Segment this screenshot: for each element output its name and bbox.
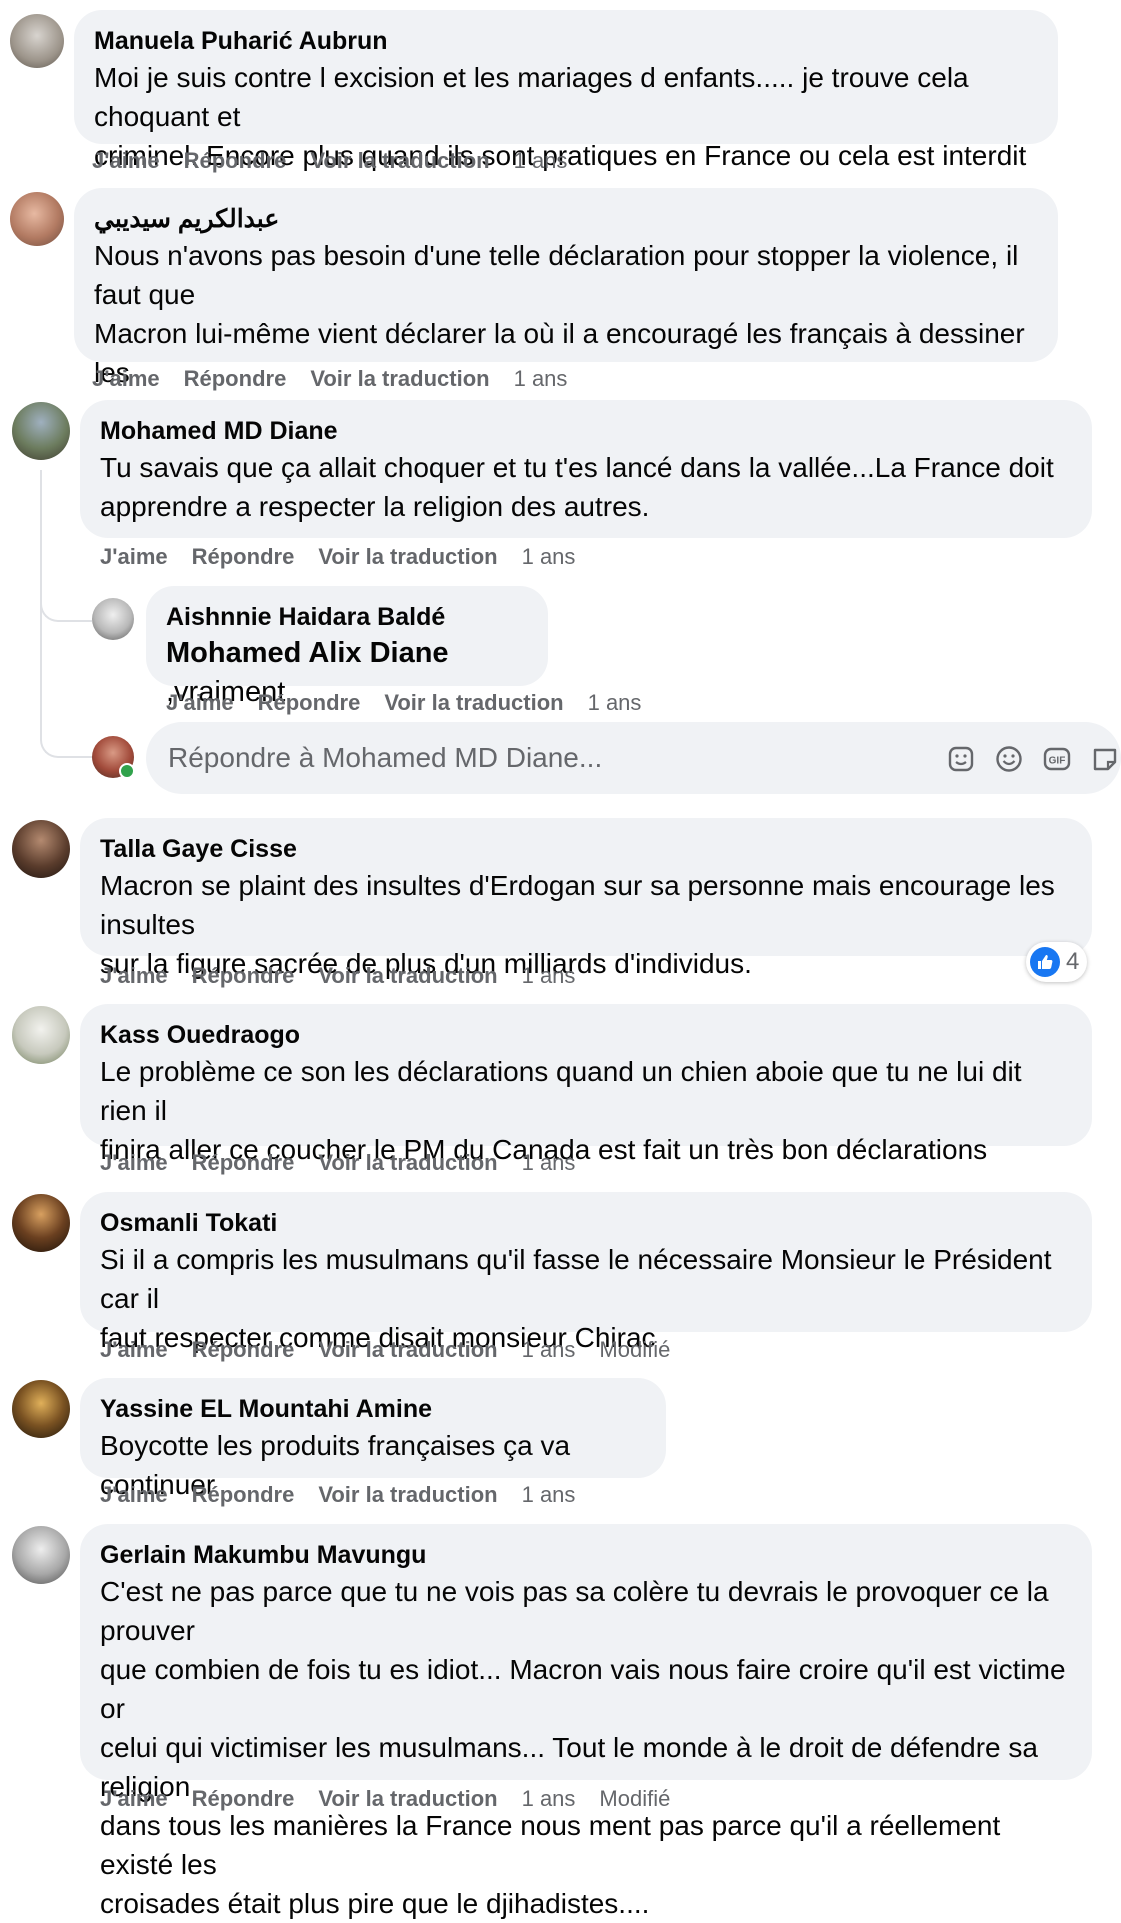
like-button[interactable]: J'aime <box>100 1337 168 1362</box>
reply-button[interactable]: Répondre <box>184 148 287 173</box>
timestamp[interactable]: 1 ans <box>588 690 642 715</box>
like-button[interactable]: J'aime <box>100 1150 168 1175</box>
timestamp[interactable]: 1 ans <box>522 963 576 988</box>
timestamp[interactable]: 1 ans <box>522 1482 576 1507</box>
avatar[interactable] <box>12 1194 70 1252</box>
avatar[interactable] <box>12 402 70 460</box>
like-reaction-icon <box>1030 947 1060 977</box>
timestamp[interactable]: 1 ans <box>522 544 576 569</box>
comment-bubble: Osmanli Tokati Si il a compris les musul… <box>80 1192 1092 1353</box>
reply-button[interactable]: Répondre <box>192 1337 295 1362</box>
comment-bubble: Kass Ouedraogo Le problème ce son les dé… <box>80 1004 1092 1165</box>
edited-label[interactable]: Modifié <box>599 1786 670 1811</box>
comment-bubble: Gerlain Makumbu Mavungu C'est ne pas par… <box>80 1524 1092 1919</box>
like-button[interactable]: J'aime <box>100 963 168 988</box>
reply-author[interactable]: Aishnnie Haidara Baldé <box>166 600 526 634</box>
translate-button[interactable]: Voir la traduction <box>318 544 497 569</box>
reply-button[interactable]: Répondre <box>192 963 295 988</box>
comment-author[interactable]: Talla Gaye Cisse <box>100 832 1070 866</box>
reply-button[interactable]: Répondre <box>192 1482 295 1507</box>
timestamp[interactable]: 1 ans <box>514 148 568 173</box>
translate-button[interactable]: Voir la traduction <box>318 1150 497 1175</box>
comment-actions: J'aime Répondre Voir la traduction 1 ans Mod… <box>100 1786 670 1812</box>
comment-text: C'est ne pas parce que tu ne vois pas sa… <box>100 1576 1066 1919</box>
translate-button[interactable]: Voir la traduction <box>310 366 489 391</box>
edited-label[interactable]: Modifié <box>599 1337 670 1362</box>
comment-author[interactable]: Kass Ouedraogo <box>100 1018 1070 1052</box>
translate-button[interactable]: Voir la traduction <box>318 1786 497 1811</box>
reply-button[interactable]: Répondre <box>258 690 361 715</box>
sticker-icon[interactable] <box>946 744 976 774</box>
svg-text:GIF: GIF <box>1049 756 1066 767</box>
comment-actions: J'aime Répondre Voir la traduction 1 ans <box>100 1482 599 1508</box>
comment-author[interactable]: Manuela Puharić Aubrun <box>94 24 1036 58</box>
timestamp[interactable]: 1 ans <box>522 1337 576 1362</box>
avatar[interactable] <box>10 192 64 246</box>
avatar[interactable] <box>10 14 64 68</box>
translate-button[interactable]: Voir la traduction <box>318 1337 497 1362</box>
reply-bubble: Aishnnie Haidara Baldé Mohamed Alix Dian… <box>146 586 548 708</box>
comment-bubble: عبدالكريم سيديبي Nous n'avons pas besoin… <box>74 188 1058 427</box>
comment-author[interactable]: Gerlain Makumbu Mavungu <box>100 1538 1070 1572</box>
timestamp[interactable]: 1 ans <box>514 366 568 391</box>
comment-text: Tu savais que ça allait choquer et tu t'… <box>100 452 1054 522</box>
translate-button[interactable]: Voir la traduction <box>310 148 489 173</box>
comment-actions: J'aime Répondre Voir la traduction 1 ans <box>92 148 591 174</box>
comment-actions: J'aime Répondre Voir la traduction 1 ans <box>100 963 599 989</box>
gif-icon[interactable]: GIF <box>1042 744 1072 774</box>
comment-bubble: Yassine EL Mountahi Amine Boycotte les p… <box>80 1378 666 1500</box>
reply-button[interactable]: Répondre <box>192 1150 295 1175</box>
comment-bubble: Talla Gaye Cisse Macron se plaint des in… <box>80 818 1092 979</box>
reply-button[interactable]: Répondre <box>184 366 287 391</box>
comment-actions: J'aime Répondre Voir la traduction 1 ans <box>100 1150 599 1176</box>
timestamp[interactable]: 1 ans <box>522 1150 576 1175</box>
reaction-count[interactable]: 4 <box>1026 942 1088 982</box>
sticker-face-icon[interactable] <box>1090 744 1120 774</box>
online-indicator <box>119 763 135 779</box>
timestamp[interactable]: 1 ans <box>522 1786 576 1811</box>
like-button[interactable]: J'aime <box>166 690 234 715</box>
reply-input-placeholder: Répondre à Mohamed MD Diane... <box>168 742 603 773</box>
comment-author[interactable]: Yassine EL Mountahi Amine <box>100 1392 644 1426</box>
translate-button[interactable]: Voir la traduction <box>384 690 563 715</box>
thread-curve <box>40 700 92 758</box>
comment-author[interactable]: Mohamed MD Diane <box>100 414 1070 448</box>
avatar[interactable] <box>12 1526 70 1584</box>
comment-actions: J'aime Répondre Voir la traduction 1 ans <box>100 544 599 570</box>
avatar[interactable] <box>12 1006 70 1064</box>
reply-button[interactable]: Répondre <box>192 1786 295 1811</box>
avatar[interactable] <box>92 598 134 640</box>
like-button[interactable]: J'aime <box>100 1482 168 1507</box>
mention-link[interactable]: Mohamed Alix Diane <box>166 637 449 669</box>
avatar[interactable] <box>12 820 70 878</box>
like-button[interactable]: J'aime <box>92 148 160 173</box>
like-button[interactable]: J'aime <box>100 544 168 569</box>
comment-author[interactable]: عبدالكريم سيديبي <box>94 202 1036 236</box>
comment-actions: J'aime Répondre Voir la traduction 1 ans Mod… <box>100 1337 670 1363</box>
comment-bubble: Manuela Puharić Aubrun Moi je suis contr… <box>74 10 1058 210</box>
like-button[interactable]: J'aime <box>92 366 160 391</box>
avatar[interactable] <box>12 1380 70 1438</box>
thread-curve <box>40 560 92 622</box>
reply-button[interactable]: Répondre <box>192 544 295 569</box>
comment-bubble: Mohamed MD Diane Tu savais que ça allait… <box>80 400 1092 538</box>
comment-actions: J'aime Répondre Voir la traduction 1 ans <box>92 366 591 392</box>
translate-button[interactable]: Voir la traduction <box>318 963 497 988</box>
reply-actions: J'aime Répondre Voir la traduction 1 ans <box>166 690 665 716</box>
comment-author[interactable]: Osmanli Tokati <box>100 1206 1070 1240</box>
current-user-avatar[interactable] <box>92 736 135 779</box>
emoji-icon[interactable] <box>994 744 1024 774</box>
like-button[interactable]: J'aime <box>100 1786 168 1811</box>
reaction-number: 4 <box>1066 948 1080 975</box>
translate-button[interactable]: Voir la traduction <box>318 1482 497 1507</box>
